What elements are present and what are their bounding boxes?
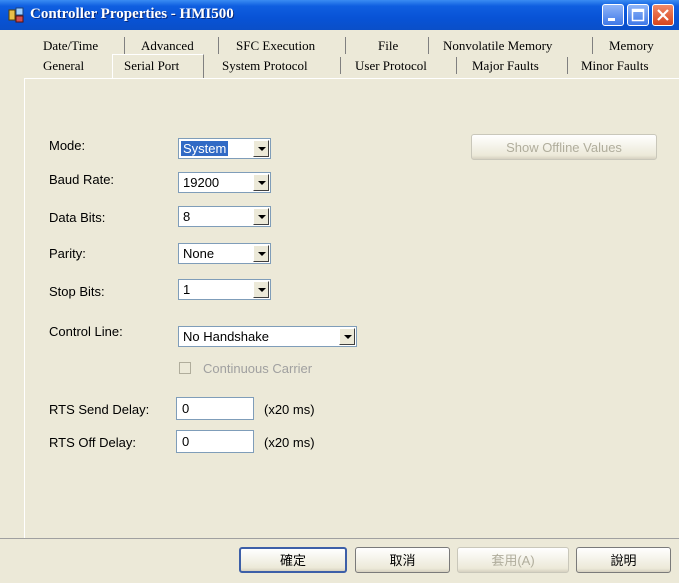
data-bits-label: Data Bits: xyxy=(49,210,106,225)
chevron-down-icon[interactable] xyxy=(253,281,269,298)
tab-system-protocol[interactable]: System Protocol xyxy=(222,58,308,74)
rts-off-delay-value: 0 xyxy=(182,434,190,449)
chevron-down-icon[interactable] xyxy=(339,328,355,345)
maximize-icon xyxy=(631,8,645,22)
tab-minor-faults[interactable]: Minor Faults xyxy=(581,58,649,74)
chevron-down-icon[interactable] xyxy=(253,140,269,157)
baud-rate-label: Baud Rate: xyxy=(49,172,115,187)
mode-value: System xyxy=(181,141,229,156)
rts-off-delay-input[interactable]: 0 xyxy=(176,430,254,453)
minimize-button[interactable] xyxy=(602,4,624,26)
parity-value: None xyxy=(183,246,215,261)
continuous-carrier-checkbox[interactable] xyxy=(179,362,191,374)
tab-major-faults[interactable]: Major Faults xyxy=(472,58,539,74)
chevron-down-icon[interactable] xyxy=(253,245,269,262)
stop-bits-value: 1 xyxy=(183,282,191,297)
stop-bits-label: Stop Bits: xyxy=(49,284,105,299)
parity-label: Parity: xyxy=(49,246,86,261)
parity-select[interactable]: None xyxy=(178,243,271,264)
controller-app-icon xyxy=(8,7,24,23)
tab-memory[interactable]: Memory xyxy=(609,38,654,54)
rts-off-delay-unit: (x20 ms) xyxy=(264,435,315,450)
rts-send-delay-unit: (x20 ms) xyxy=(264,402,315,417)
mode-select[interactable]: System xyxy=(178,138,271,159)
rts-send-delay-label: RTS Send Delay: xyxy=(49,402,150,417)
help-button[interactable]: 說明 xyxy=(576,547,671,573)
tab-advanced[interactable]: Advanced xyxy=(141,38,194,54)
tab-nonvolatile-memory[interactable]: Nonvolatile Memory xyxy=(443,38,552,54)
baud-rate-select[interactable]: 19200 xyxy=(178,172,271,193)
rts-send-delay-value: 0 xyxy=(182,401,190,416)
continuous-carrier-label: Continuous Carrier xyxy=(203,361,313,376)
tab-date-time[interactable]: Date/Time xyxy=(43,38,98,54)
chevron-down-icon[interactable] xyxy=(253,208,269,225)
minimize-icon xyxy=(608,18,615,21)
data-bits-select[interactable]: 8 xyxy=(178,206,271,227)
apply-button[interactable]: 套用(A) xyxy=(457,547,569,573)
close-button[interactable] xyxy=(652,4,674,26)
tab-sfc-execution[interactable]: SFC Execution xyxy=(236,38,315,54)
control-line-value: No Handshake xyxy=(183,329,269,344)
baud-rate-value: 19200 xyxy=(183,175,220,190)
stop-bits-select[interactable]: 1 xyxy=(178,279,271,300)
tab-user-protocol[interactable]: User Protocol xyxy=(355,58,427,74)
tab-serial-port[interactable]: Serial Port xyxy=(124,58,179,74)
window-title: Controller Properties - HMI500 xyxy=(30,6,234,22)
mode-label: Mode: xyxy=(49,138,86,153)
ok-button[interactable]: 確定 xyxy=(239,547,347,573)
tab-general[interactable]: General xyxy=(43,58,84,74)
control-line-label: Control Line: xyxy=(49,324,123,339)
title-bar[interactable]: Controller Properties - HMI500 xyxy=(0,0,679,30)
maximize-button[interactable] xyxy=(627,4,649,26)
rts-send-delay-input[interactable]: 0 xyxy=(176,397,254,420)
chevron-down-icon[interactable] xyxy=(253,174,269,191)
rts-off-delay-label: RTS Off Delay: xyxy=(49,435,136,450)
data-bits-value: 8 xyxy=(183,209,191,224)
control-line-select[interactable]: No Handshake xyxy=(178,326,357,347)
tab-file[interactable]: File xyxy=(378,38,398,54)
close-icon xyxy=(657,9,669,21)
cancel-button[interactable]: 取消 xyxy=(355,547,450,573)
show-offline-values-button[interactable]: Show Offline Values xyxy=(471,134,657,160)
